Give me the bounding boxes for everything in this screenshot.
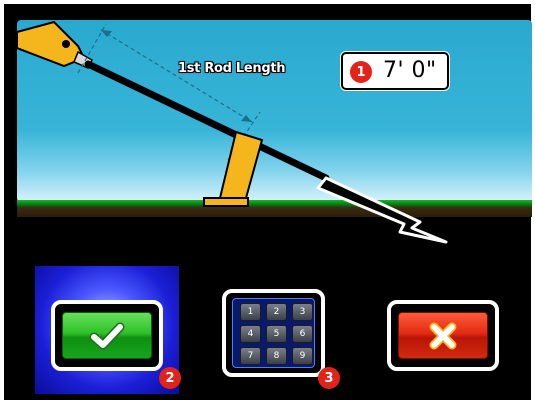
key-7: 7 bbox=[240, 347, 261, 365]
rod-length-value-box[interactable]: 1 7' 0" bbox=[341, 52, 449, 90]
confirm-button-face[interactable] bbox=[62, 312, 152, 359]
x-icon bbox=[429, 322, 457, 349]
keypad-badge: 3 bbox=[318, 367, 340, 389]
drill-head-icon bbox=[16, 20, 93, 69]
step-badge: 1 bbox=[350, 61, 372, 83]
key-9: 9 bbox=[292, 347, 313, 365]
key-2: 2 bbox=[266, 303, 287, 321]
rod-support-icon bbox=[203, 130, 264, 207]
guide-arrow-end bbox=[241, 115, 252, 122]
cancel-button[interactable] bbox=[387, 300, 499, 371]
rod-length-label: 1st Rod Length bbox=[178, 61, 286, 76]
key-8: 8 bbox=[266, 347, 287, 365]
cancel-button-face[interactable] bbox=[398, 312, 488, 359]
key-3: 3 bbox=[292, 303, 313, 321]
key-6: 6 bbox=[292, 325, 313, 343]
drill-rod bbox=[84, 60, 330, 182]
confirm-button[interactable] bbox=[51, 300, 163, 371]
confirm-badge: 2 bbox=[159, 367, 181, 389]
checkmark-icon bbox=[89, 322, 125, 349]
direction-arrow bbox=[316, 176, 448, 244]
keypad-button[interactable]: 1 2 3 4 5 6 7 8 9 bbox=[222, 289, 325, 377]
keypad-icon: 1 2 3 4 5 6 7 8 9 bbox=[232, 298, 315, 368]
length-guide bbox=[77, 23, 261, 161]
key-1: 1 bbox=[240, 303, 261, 321]
guide-arrow-start bbox=[101, 30, 112, 37]
key-5: 5 bbox=[266, 325, 287, 343]
rod-length-value: 7' 0" bbox=[383, 58, 437, 83]
key-4: 4 bbox=[240, 325, 261, 343]
